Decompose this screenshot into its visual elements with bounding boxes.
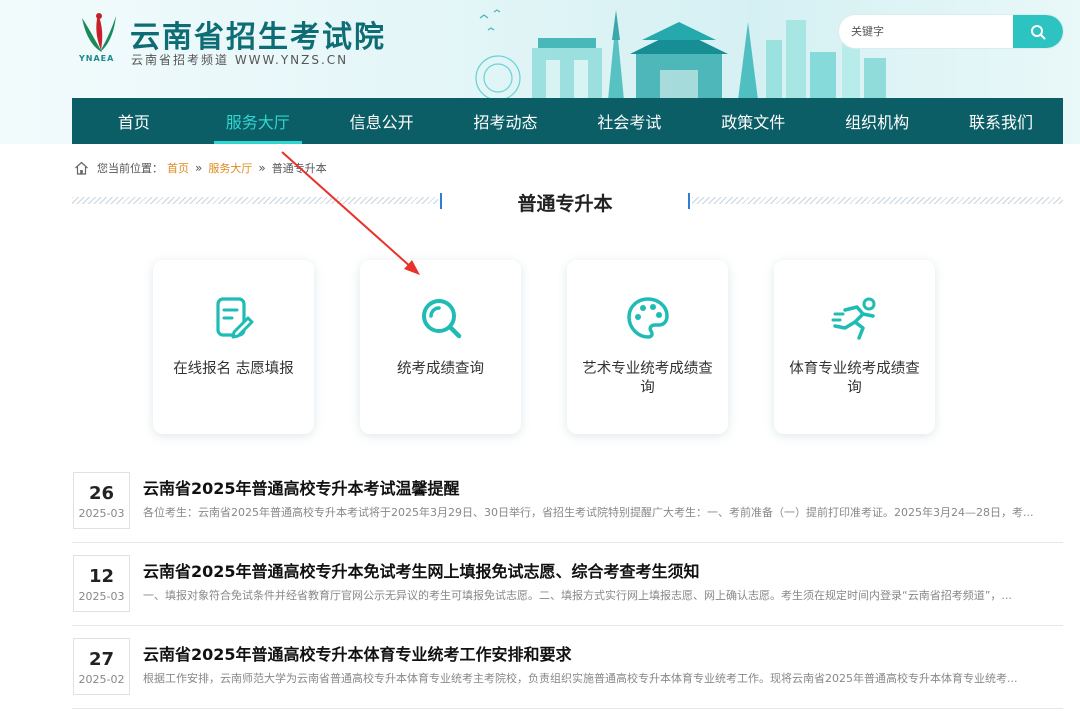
section-title-bar-right (688, 193, 690, 209)
search-icon (421, 299, 461, 339)
date-badge: 26 2025-03 (73, 472, 130, 529)
news-item[interactable]: 26 2025-03 云南省2025年普通高校专升本考试温馨提醒 各位考生：云南… (72, 457, 1063, 543)
card-online-registration[interactable]: 在线报名 志愿填报 (153, 260, 314, 434)
section-title: 普通专升本 (517, 193, 613, 215)
breadcrumb-separator: » (195, 161, 203, 175)
date-day: 27 (88, 649, 115, 670)
card-sports-score-query[interactable]: 体育专业统考成绩查询 (774, 260, 935, 434)
nav-item-organization[interactable]: 组织机构 (815, 98, 939, 144)
search-icon (1031, 24, 1046, 39)
search-box (839, 15, 1063, 48)
logo-abbreviation: YNAEA (79, 54, 115, 63)
search-button[interactable] (1013, 15, 1063, 48)
card-label: 在线报名 志愿填报 (173, 361, 294, 377)
breadcrumb: 您当前位置： 首页 » 服务大厅 » 普通专升本 (74, 160, 327, 176)
date-year-month: 2025-03 (78, 507, 125, 520)
site-title[interactable]: 云南省招生考试院 (130, 12, 386, 56)
breadcrumb-home-link[interactable]: 首页 (167, 160, 189, 176)
date-badge: 27 2025-02 (73, 638, 130, 695)
news-title-link[interactable]: 云南省2025年普通高校专升本免试考生网上填报免试志愿、综合考查考生须知 (143, 558, 700, 582)
date-badge: 12 2025-03 (73, 555, 130, 612)
breadcrumb-current: 普通专升本 (271, 162, 327, 175)
palette-icon (626, 297, 669, 339)
section-divider-left (72, 197, 438, 204)
news-title-link[interactable]: 云南省2025年普通高校专升本体育专业统考工作安排和要求 (143, 641, 572, 665)
date-year-month: 2025-03 (78, 590, 125, 603)
news-item[interactable]: 27 2025-02 云南省2025年普通高校专升本体育专业统考工作安排和要求 … (72, 623, 1063, 709)
search-input[interactable] (839, 15, 1013, 48)
nav-item-policy-docs[interactable]: 政策文件 (691, 98, 815, 144)
card-exam-score-query[interactable]: 统考成绩查询 (360, 260, 521, 434)
nav-item-admission-news[interactable]: 招考动态 (444, 98, 568, 144)
site-subtitle: 云南省招考频道 WWW.YNZS.CN (131, 53, 349, 67)
breadcrumb-service-hall-link[interactable]: 服务大厅 (208, 160, 252, 176)
runner-icon (831, 297, 875, 340)
date-year-month: 2025-02 (78, 673, 125, 686)
date-day: 12 (88, 566, 115, 587)
date-day: 26 (88, 483, 115, 504)
nav-item-social-exams[interactable]: 社会考试 (568, 98, 692, 144)
breadcrumb-prefix: 您当前位置： (97, 162, 163, 175)
nav-item-contact-us[interactable]: 联系我们 (939, 98, 1063, 144)
nav-item-service-hall[interactable]: 服务大厅 (196, 98, 320, 144)
nav-item-home[interactable]: 首页 (72, 98, 196, 144)
breadcrumb-separator: » (258, 161, 266, 175)
card-label: 艺术专业统考成绩查询 (582, 361, 713, 396)
main-nav: 首页 服务大厅 信息公开 招考动态 社会考试 政策文件 组织机构 联系我们 (72, 98, 1063, 144)
news-item[interactable]: 12 2025-03 云南省2025年普通高校专升本免试考生网上填报免试志愿、综… (72, 540, 1063, 626)
news-summary: 各位考生：云南省2025年普通高校专升本考试将于2025年3月29日、30日举行… (143, 506, 1034, 519)
city-skyline-illustration (475, 9, 886, 100)
card-art-score-query[interactable]: 艺术专业统考成绩查询 (567, 260, 728, 434)
news-summary: 根据工作安排，云南师范大学为云南省普通高校专升本体育专业统考主考院校，负责组织实… (143, 672, 1018, 685)
card-label: 体育专业统考成绩查询 (789, 361, 920, 396)
news-summary: 一、填报对象符合免试条件并经省教育厅官网公示无异议的考生可填报免试志愿。二、填报… (143, 589, 1012, 602)
home-icon (75, 161, 88, 175)
nav-item-info-disclosure[interactable]: 信息公开 (320, 98, 444, 144)
card-label: 统考成绩查询 (397, 361, 484, 377)
news-title-link[interactable]: 云南省2025年普通高校专升本考试温馨提醒 (143, 475, 460, 499)
section-divider-right (692, 197, 1063, 204)
form-edit-icon (215, 297, 253, 339)
